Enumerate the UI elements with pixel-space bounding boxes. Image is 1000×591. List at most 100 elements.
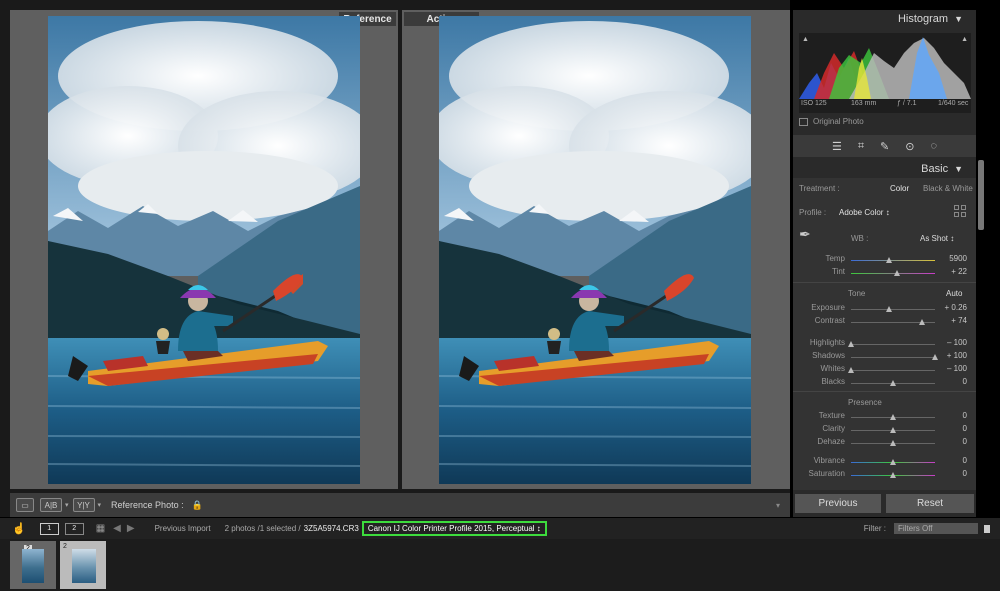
saturation-label: Saturation bbox=[808, 469, 845, 478]
exposure-value[interactable]: + 0.26 bbox=[937, 303, 967, 312]
crop-icon[interactable]: ⌗ bbox=[858, 140, 864, 153]
masking-icon[interactable]: ◌ bbox=[930, 140, 937, 152]
shadows-value[interactable]: + 100 bbox=[937, 351, 967, 360]
whites-value[interactable]: – 100 bbox=[937, 364, 967, 373]
highlights-slider[interactable] bbox=[851, 344, 935, 345]
temp-slider[interactable] bbox=[851, 260, 935, 261]
toolbar-menu-chevron-icon[interactable]: ▾ bbox=[776, 501, 780, 510]
treatment-color-option[interactable]: Color bbox=[890, 184, 909, 193]
filter-select[interactable]: Filters Off bbox=[894, 523, 978, 534]
lock-icon[interactable]: 🔒 bbox=[192, 500, 203, 511]
reset-button[interactable]: Reset bbox=[886, 494, 974, 513]
vibrance-value[interactable]: 0 bbox=[937, 456, 967, 465]
auto-tone-button[interactable]: Auto bbox=[946, 289, 962, 298]
loupe-icon: ▭ bbox=[21, 500, 29, 510]
highlights-value[interactable]: – 100 bbox=[937, 338, 967, 347]
basic-header[interactable]: Basic ▼ bbox=[793, 163, 963, 175]
forward-arrow-icon[interactable]: ▶ bbox=[127, 523, 135, 534]
photo-count: 2 photos /1 selected / bbox=[224, 524, 301, 533]
vibrance-slider-handle[interactable] bbox=[890, 459, 896, 465]
contrast-value[interactable]: + 74 bbox=[937, 316, 967, 325]
histogram-plot bbox=[799, 37, 971, 99]
soft-proof-profile[interactable]: Canon IJ Color Printer Profile 2015, Per… bbox=[361, 521, 547, 536]
blacks-label: Blacks bbox=[821, 377, 845, 386]
filmstrip-toolbar: ☝ 1 2 ▦ ◀ ▶ Previous Import 2 photos /1 … bbox=[0, 518, 1000, 539]
chevron-down-icon[interactable]: ▾ bbox=[98, 501, 102, 509]
shadows-slider[interactable] bbox=[851, 357, 935, 358]
treatment-bw-option[interactable]: Black & White bbox=[923, 184, 973, 193]
filmstrip-thumbnail[interactable]: 2 bbox=[10, 541, 56, 589]
main-monitor-button[interactable]: 1 bbox=[39, 522, 59, 535]
saturation-slider-handle[interactable] bbox=[890, 472, 896, 478]
shadow-clipping-icon[interactable]: ▲ bbox=[802, 36, 809, 43]
tint-slider-handle[interactable] bbox=[894, 270, 901, 276]
histogram-header[interactable]: Histogram ▼ bbox=[793, 13, 963, 25]
filmstrip-thumbnail-selected[interactable]: 2 bbox=[60, 541, 106, 589]
temp-slider-handle[interactable] bbox=[885, 257, 892, 263]
panel-scrollbar[interactable] bbox=[978, 160, 984, 230]
clarity-value[interactable]: 0 bbox=[937, 424, 967, 433]
back-arrow-icon[interactable]: ◀ bbox=[113, 523, 121, 534]
texture-value[interactable]: 0 bbox=[937, 411, 967, 420]
saturation-value[interactable]: 0 bbox=[937, 469, 967, 478]
highlights-label: Highlights bbox=[809, 338, 845, 347]
clarity-label: Clarity bbox=[822, 424, 845, 433]
contrast-label: Contrast bbox=[814, 316, 845, 325]
texture-label: Texture bbox=[818, 411, 845, 420]
focal-length-value: 163 mm bbox=[851, 100, 877, 107]
clarity-slider-handle[interactable] bbox=[890, 427, 896, 433]
kayak-photo-image bbox=[439, 16, 751, 484]
red-eye-icon[interactable]: ⊙ bbox=[905, 140, 914, 153]
reference-view-button[interactable]: Y|Y bbox=[72, 498, 95, 512]
touch-icon[interactable]: ☝ bbox=[12, 522, 26, 535]
whites-slider-handle[interactable] bbox=[848, 367, 854, 373]
tint-value[interactable]: + 22 bbox=[937, 267, 967, 276]
vibrance-label: Vibrance bbox=[813, 456, 845, 465]
contrast-slider-handle[interactable] bbox=[919, 319, 926, 325]
compare-view-button[interactable]: A|B bbox=[40, 498, 62, 512]
whites-slider[interactable] bbox=[851, 370, 935, 371]
dehaze-value[interactable]: 0 bbox=[937, 437, 967, 446]
filter-lock-icon[interactable] bbox=[984, 524, 990, 533]
healing-brush-icon[interactable]: ✎ bbox=[880, 140, 889, 153]
collapse-triangle-icon[interactable]: ▼ bbox=[954, 164, 963, 174]
thumbnail-image bbox=[72, 549, 96, 583]
tint-slider[interactable] bbox=[851, 273, 935, 274]
collapse-triangle-icon[interactable]: ▼ bbox=[954, 14, 963, 24]
source-label[interactable]: Previous Import bbox=[155, 524, 211, 533]
white-balance-eyedropper-icon[interactable]: ✒ bbox=[799, 226, 811, 243]
shutter-value: 1/640 sec bbox=[938, 100, 969, 107]
edit-sliders-icon[interactable]: ☰ bbox=[832, 140, 842, 153]
original-photo-checkbox[interactable]: Original Photo bbox=[799, 117, 864, 126]
loupe-view-button[interactable]: ▭ bbox=[16, 498, 34, 512]
treatment-label: Treatment : bbox=[799, 184, 840, 193]
temp-value[interactable]: 5900 bbox=[937, 254, 967, 263]
filmstrip bbox=[0, 539, 1000, 591]
blacks-slider-handle[interactable] bbox=[890, 380, 896, 386]
dehaze-slider-handle[interactable] bbox=[890, 440, 896, 446]
exposure-slider-handle[interactable] bbox=[885, 306, 892, 312]
chevron-down-icon[interactable]: ▾ bbox=[65, 501, 69, 509]
kayak-photo-image bbox=[48, 16, 360, 484]
checkbox-icon[interactable] bbox=[799, 117, 808, 126]
exposure-slider[interactable] bbox=[851, 309, 935, 310]
wb-label: WB : bbox=[851, 234, 869, 243]
thumbnail-image bbox=[22, 549, 44, 583]
texture-slider-handle[interactable] bbox=[890, 414, 896, 420]
active-photo[interactable] bbox=[439, 16, 751, 484]
section-divider bbox=[793, 391, 976, 392]
presence-label: Presence bbox=[848, 398, 882, 407]
highlight-clipping-icon[interactable]: ▲ bbox=[961, 36, 968, 43]
profile-browser-icon[interactable] bbox=[954, 205, 966, 217]
grid-view-icon[interactable]: ▦ bbox=[96, 523, 105, 534]
blacks-value[interactable]: 0 bbox=[937, 377, 967, 386]
profile-select[interactable]: Adobe Color ↕ bbox=[839, 208, 890, 217]
tool-strip: ☰ ⌗ ✎ ⊙ ◌ bbox=[793, 135, 976, 157]
reference-photo[interactable] bbox=[48, 16, 360, 484]
previous-button[interactable]: Previous bbox=[795, 494, 881, 513]
wb-select[interactable]: As Shot ↕ bbox=[920, 234, 954, 243]
second-monitor-button[interactable]: 2 bbox=[64, 522, 84, 535]
aperture-value: ƒ / 7.1 bbox=[897, 100, 917, 107]
highlights-slider-handle[interactable] bbox=[848, 341, 854, 347]
tone-label: Tone bbox=[848, 289, 866, 298]
